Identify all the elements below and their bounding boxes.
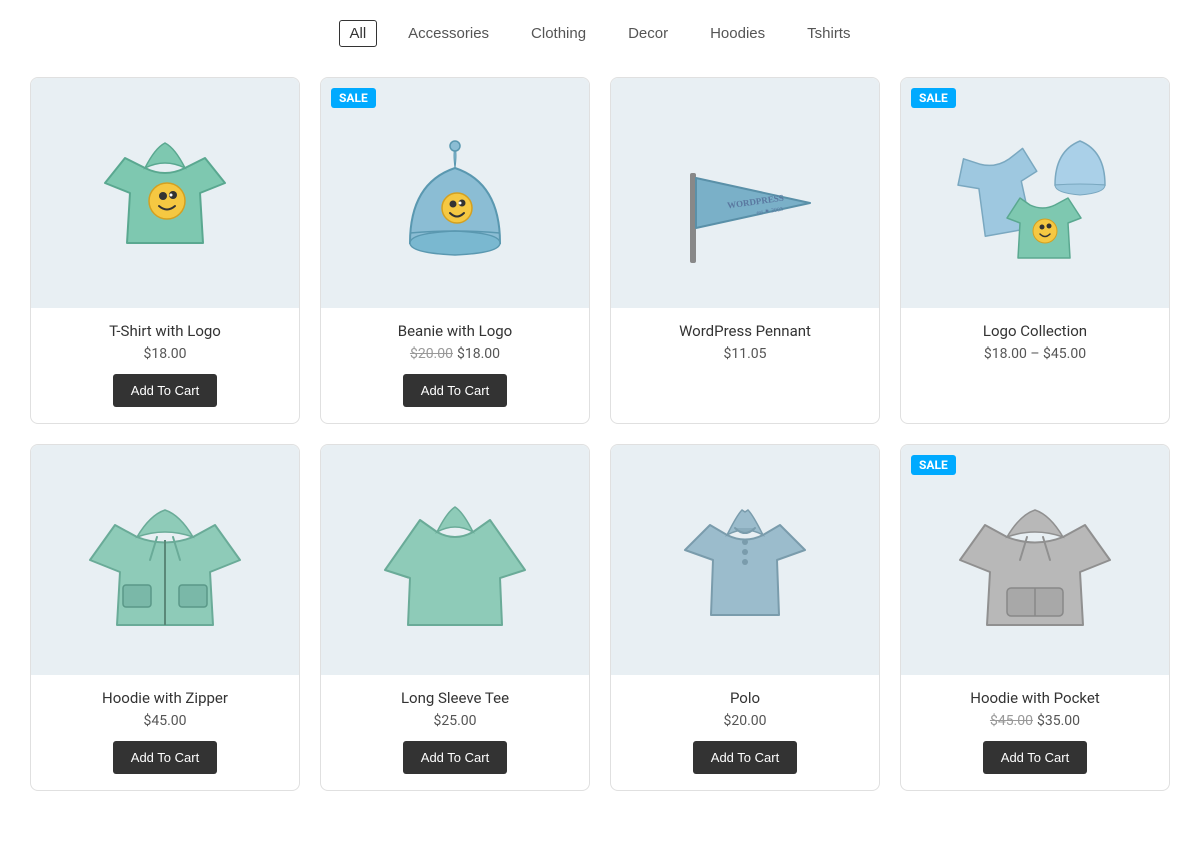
price: $11.05 [723, 346, 766, 362]
product-info: WordPress Pennant $11.05 [611, 308, 879, 390]
filter-btn-decor[interactable]: Decor [617, 20, 679, 47]
product-illustration [955, 113, 1115, 273]
product-name: Long Sleeve Tee [331, 689, 579, 707]
product-image-wrap: SALE [321, 78, 589, 308]
product-name: T-Shirt with Logo [41, 322, 289, 340]
filter-btn-hoodies[interactable]: Hoodies [699, 20, 776, 47]
product-image-wrap [611, 445, 879, 675]
sale-badge: SALE [331, 88, 376, 108]
product-illustration [375, 480, 535, 640]
product-info: Beanie with Logo $20.00$18.00 Add To Car… [321, 308, 589, 423]
add-to-cart-button[interactable]: Add To Cart [693, 741, 797, 774]
price: $25.00 [433, 713, 476, 729]
product-image-wrap [321, 445, 589, 675]
product-image-wrap [31, 445, 299, 675]
price: $20.00 [723, 713, 766, 729]
product-info: Polo $20.00 Add To Cart [611, 675, 879, 790]
product-grid: T-Shirt with Logo $18.00 Add To Cart SAL… [0, 77, 1200, 831]
filter-btn-all[interactable]: All [339, 20, 378, 47]
add-to-cart-button[interactable]: Add To Cart [983, 741, 1087, 774]
product-price: $18.00 – $45.00 [911, 346, 1159, 362]
product-name: Hoodie with Zipper [41, 689, 289, 707]
product-image-wrap: SALE [901, 445, 1169, 675]
price-sale: $35.00 [1037, 713, 1080, 729]
product-name: Logo Collection [911, 322, 1159, 340]
filter-bar: All Accessories Clothing Decor Hoodies Tshirt… [0, 0, 1200, 77]
product-card: Hoodie with Zipper $45.00 Add To Cart [30, 444, 300, 791]
product-info: Logo Collection $18.00 – $45.00 [901, 308, 1169, 390]
product-info: Hoodie with Pocket $45.00$35.00 Add To C… [901, 675, 1169, 790]
product-card: SALE Hoodie with Pocket $45.00$35.00 Add… [900, 444, 1170, 791]
add-to-cart-button[interactable]: Add To Cart [403, 741, 507, 774]
filter-btn-clothing[interactable]: Clothing [520, 20, 597, 47]
product-image-wrap [31, 78, 299, 308]
price: $45.00 [143, 713, 186, 729]
price-original: $20.00 [410, 346, 453, 362]
product-illustration [955, 480, 1115, 640]
add-to-cart-button[interactable]: Add To Cart [403, 374, 507, 407]
product-image-wrap: WORDPRESS est ✷ 2003 [611, 78, 879, 308]
product-price: $11.05 [621, 346, 869, 362]
price: $18.00 – $45.00 [984, 346, 1086, 362]
product-price: $20.00$18.00 [331, 346, 579, 362]
sale-badge: SALE [911, 88, 956, 108]
product-illustration [85, 480, 245, 640]
product-info: T-Shirt with Logo $18.00 Add To Cart [31, 308, 299, 423]
product-price: $25.00 [331, 713, 579, 729]
product-illustration [665, 480, 825, 640]
product-illustration [85, 113, 245, 273]
add-to-cart-button[interactable]: Add To Cart [113, 741, 217, 774]
product-price: $45.00 [41, 713, 289, 729]
price-original: $45.00 [990, 713, 1033, 729]
product-card: Long Sleeve Tee $25.00 Add To Cart [320, 444, 590, 791]
filter-btn-tshirts[interactable]: Tshirts [796, 20, 861, 47]
product-name: Hoodie with Pocket [911, 689, 1159, 707]
add-to-cart-button[interactable]: Add To Cart [113, 374, 217, 407]
product-card: SALE Beanie with Logo $20.00$18.00 Add T… [320, 77, 590, 424]
product-info: Long Sleeve Tee $25.00 Add To Cart [321, 675, 589, 790]
product-name: WordPress Pennant [621, 322, 869, 340]
product-info: Hoodie with Zipper $45.00 Add To Cart [31, 675, 299, 790]
product-price: $20.00 [621, 713, 869, 729]
product-name: Beanie with Logo [331, 322, 579, 340]
product-card: WORDPRESS est ✷ 2003 WordPress Pennant $… [610, 77, 880, 424]
product-price: $18.00 [41, 346, 289, 362]
sale-badge: SALE [911, 455, 956, 475]
product-illustration [375, 113, 535, 273]
product-card: Polo $20.00 Add To Cart [610, 444, 880, 791]
product-price: $45.00$35.00 [911, 713, 1159, 729]
price: $18.00 [143, 346, 186, 362]
product-illustration: WORDPRESS est ✷ 2003 [665, 113, 825, 273]
product-card: T-Shirt with Logo $18.00 Add To Cart [30, 77, 300, 424]
product-name: Polo [621, 689, 869, 707]
product-image-wrap: SALE [901, 78, 1169, 308]
price-sale: $18.00 [457, 346, 500, 362]
filter-btn-accessories[interactable]: Accessories [397, 20, 500, 47]
product-card: SALE Logo Collection $18.00 – $45.00 [900, 77, 1170, 424]
